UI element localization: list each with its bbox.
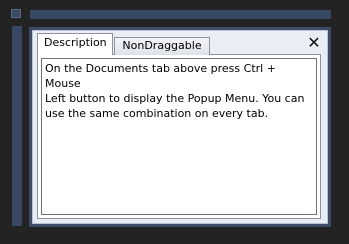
dock-header-strip [30, 10, 331, 19]
window-body: Description NonDraggable ✕ On the Docume… [32, 30, 328, 224]
window-menu-icon[interactable] [11, 9, 21, 18]
tab-nondraggable[interactable]: NonDraggable [114, 37, 210, 55]
tab-content-pane: On the Documents tab above press Ctrl + … [37, 54, 321, 219]
dock-side-strip [12, 26, 22, 226]
close-icon[interactable]: ✕ [307, 35, 321, 51]
app-background: Description NonDraggable ✕ On the Docume… [0, 0, 349, 244]
tab-description[interactable]: Description [37, 33, 113, 55]
description-textbox[interactable]: On the Documents tab above press Ctrl + … [41, 58, 317, 215]
floating-tab-window: Description NonDraggable ✕ On the Docume… [29, 27, 331, 227]
